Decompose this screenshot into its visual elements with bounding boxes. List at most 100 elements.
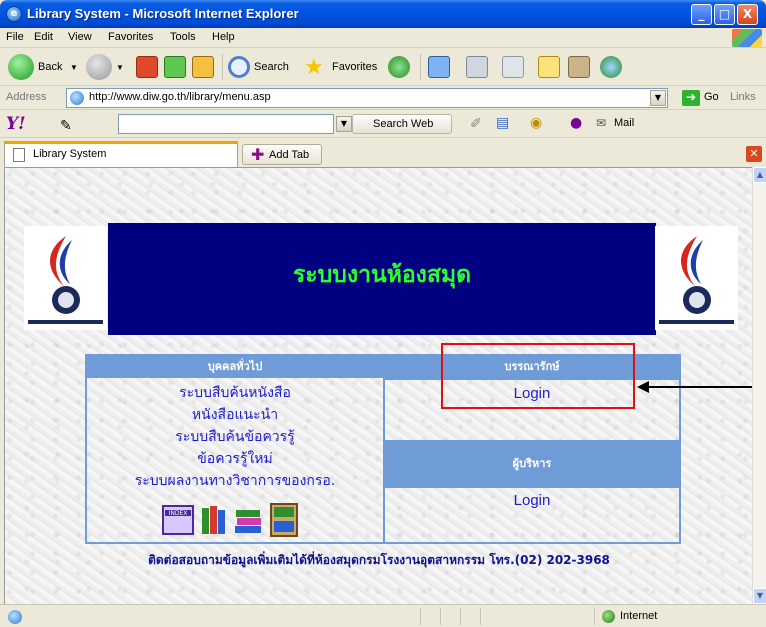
bookshelf-icon[interactable] [269, 502, 299, 538]
notes-icon[interactable] [538, 56, 560, 78]
address-bar: Address http://www.diw.go.th/library/men… [0, 86, 766, 110]
address-label: Address [6, 91, 47, 103]
maximize-button[interactable]: □ [714, 4, 735, 25]
window-title: Library System - Microsoft Internet Expl… [27, 6, 299, 21]
print-icon[interactable] [466, 56, 488, 78]
yahoo-logo[interactable]: Y! [6, 114, 26, 134]
diw-logo-left [24, 226, 107, 330]
public-header: บุคคลทั่วไป [87, 356, 383, 378]
back-dropdown-icon[interactable]: ▼ [70, 63, 78, 72]
search-label[interactable]: Search [254, 61, 289, 73]
refresh-icon[interactable] [164, 56, 186, 78]
annotation-highlight-box [441, 343, 635, 409]
page-icon [70, 91, 84, 105]
academic-works-link[interactable]: ระบบผลงานทางวิชาการของกรอ. [87, 470, 383, 492]
windows-logo-icon [732, 29, 762, 47]
admin-login-link[interactable]: Login [385, 492, 679, 509]
address-url[interactable]: http://www.diw.go.th/library/menu.asp [89, 91, 271, 103]
menu-tools[interactable]: Tools [170, 31, 196, 43]
svg-text:INDEX: INDEX [169, 510, 188, 517]
menu-edit[interactable]: Edit [34, 31, 53, 43]
annotation-arrow [645, 386, 752, 388]
links-label[interactable]: Links [730, 91, 756, 103]
knowledge-search-link[interactable]: ระบบสืบค้นข้อควรรู้ [87, 426, 383, 448]
search-web-button[interactable]: Search Web [352, 114, 452, 134]
close-button[interactable]: X [737, 4, 758, 25]
toolbar-separator [420, 54, 421, 80]
messenger-icon[interactable] [600, 56, 622, 78]
forward-dropdown-icon[interactable]: ▼ [116, 63, 124, 72]
menu-file[interactable]: File [6, 31, 24, 43]
scroll-down-icon[interactable]: ▼ [753, 588, 766, 604]
history-icon[interactable] [388, 56, 410, 78]
home-icon[interactable] [192, 56, 214, 78]
new-knowledge-link[interactable]: ข้อควรรู้ใหม่ [87, 448, 383, 470]
standard-toolbar: Back ▼ ▼ Search ★ Favorites [0, 48, 766, 86]
security-zone-label: Internet [620, 610, 658, 622]
stacked-books-icon[interactable] [233, 502, 263, 538]
answers-icon[interactable]: ● [570, 115, 582, 131]
close-tab-icon[interactable]: ✕ [746, 146, 762, 162]
highlight-icon[interactable]: ✐ [470, 116, 482, 132]
mail-icon[interactable] [428, 56, 450, 78]
envelope-icon[interactable]: ✉ [596, 116, 606, 130]
bookmarks-icon[interactable]: ▤ [496, 115, 509, 131]
books-icon[interactable] [199, 502, 229, 538]
add-tab-button[interactable]: ✚ Add Tab [242, 144, 322, 165]
menu-favorites[interactable]: Favorites [108, 31, 153, 43]
diw-logo-right [655, 226, 738, 330]
contact-footer: ติดต่อสอบถามข้อมูลเพิ่มเติมได้ที่ห้องสมุ… [148, 553, 610, 567]
vertical-scrollbar[interactable]: ▲ ▼ [752, 167, 766, 604]
panel-line [385, 486, 679, 488]
address-dropdown-icon[interactable]: ▼ [650, 90, 666, 106]
status-divider [420, 608, 421, 625]
tab-label: Library System [33, 148, 107, 160]
status-divider [440, 608, 441, 625]
go-arrow-icon[interactable]: ➔ [682, 90, 700, 106]
title-bar: e Library System - Microsoft Internet Ex… [0, 0, 766, 28]
yahoo-toolbar: Y! ✎ ▼ Search Web ✐ ▤ ◉ ● ✉ Mail [0, 110, 766, 138]
index-book-icon[interactable]: INDEX [161, 502, 197, 538]
search-icon[interactable] [228, 56, 250, 78]
page-content: ระบบงานห้องสมุด บุคคลทั่วไป บรรณารักษ์ ร… [4, 167, 752, 604]
diw-logo-icon [28, 236, 103, 324]
menu-bar: File Edit View Favorites Tools Help [0, 28, 766, 48]
menu-view[interactable]: View [68, 31, 92, 43]
status-divider [594, 608, 595, 625]
tab-library-system[interactable]: Library System [4, 141, 238, 167]
pencil-icon[interactable]: ✎ [60, 118, 72, 134]
stop-icon[interactable] [136, 56, 158, 78]
status-divider [480, 608, 481, 625]
blank-page-icon [13, 148, 25, 162]
status-bar: Internet [0, 604, 766, 627]
admin-header: ผู้บริหาร [385, 442, 679, 486]
menu-help[interactable]: Help [212, 31, 235, 43]
edit-page-icon[interactable] [502, 56, 524, 78]
yahoo-search-dropdown-icon[interactable]: ▼ [336, 116, 352, 132]
yahoo-mail-button[interactable]: Mail [614, 117, 634, 129]
address-field[interactable]: http://www.diw.go.th/library/menu.asp ▼ [66, 88, 668, 108]
page-banner: ระบบงานห้องสมุด [108, 223, 656, 335]
back-label[interactable]: Back [38, 61, 62, 73]
yahoo-search-input[interactable] [118, 114, 334, 134]
forward-icon[interactable] [86, 54, 112, 80]
scroll-up-icon[interactable]: ▲ [753, 167, 766, 183]
browser-window: e Library System - Microsoft Internet Ex… [0, 0, 766, 627]
toolbar-separator [222, 54, 223, 80]
tab-bar: Library System ✚ Add Tab ✕ [0, 138, 766, 167]
ie-icon: e [6, 6, 22, 22]
diw-logo-icon [659, 236, 734, 324]
plus-icon: ✚ [251, 145, 265, 164]
favorites-label[interactable]: Favorites [332, 61, 377, 73]
research-icon[interactable] [568, 56, 590, 78]
book-search-link[interactable]: ระบบสืบค้นหนังสือ [87, 382, 383, 404]
internet-zone-icon [602, 610, 615, 623]
recommended-books-link[interactable]: หนังสือแนะนำ [87, 404, 383, 426]
page-title: ระบบงานห้องสมุด [292, 262, 472, 288]
minimize-button[interactable]: _ [691, 4, 712, 25]
favorites-star-icon[interactable]: ★ [304, 54, 324, 80]
globe-icon[interactable]: ◉ [530, 115, 542, 131]
back-icon[interactable] [8, 54, 34, 80]
go-button[interactable]: Go [704, 91, 719, 103]
page-status-icon [8, 610, 22, 624]
